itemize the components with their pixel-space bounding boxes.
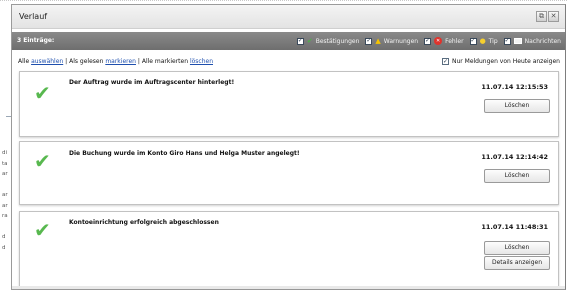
- filter-errors[interactable]: ✓ ✕ Fehler: [424, 37, 464, 45]
- today-only-filter[interactable]: ✓ Nur Meldungen von Heute anzeigen: [441, 58, 560, 65]
- delete-button[interactable]: Löschen: [484, 99, 550, 113]
- history-dialog: Verlauf ⧉ ✕ 3 Einträge: ✓ ✔ Bestätigunge…: [11, 4, 566, 290]
- action-separator: |: [137, 58, 140, 65]
- filter-warnings[interactable]: ✓ ▲ Warnungen: [365, 36, 419, 45]
- list-item: ✔ Der Auftrag wurde im Auftragscenter hi…: [19, 71, 559, 137]
- filter-label: Fehler: [445, 37, 464, 45]
- close-icon[interactable]: ✕: [548, 11, 559, 22]
- select-all-prefix: Alle: [18, 58, 30, 65]
- entry-list: ✔ Der Auftrag wurde im Auftragscenter hi…: [19, 71, 559, 289]
- delete-marked-link[interactable]: löschen: [190, 58, 213, 65]
- entry-message: Der Auftrag wurde im Auftragscenter hint…: [69, 79, 235, 86]
- filter-tips[interactable]: ✓ ● Tip: [469, 36, 498, 45]
- checkmark-icon: ✔: [34, 149, 51, 173]
- select-all-link[interactable]: auswählen: [31, 58, 63, 65]
- delete-button[interactable]: Löschen: [484, 169, 550, 183]
- entries-header-bar: 3 Einträge: ✓ ✔ Bestätigungen ✓ ▲ Warnun…: [12, 32, 565, 50]
- dialog-bottom-edge: [12, 286, 565, 289]
- entry-timestamp: 11.07.14 12:15:53: [481, 83, 548, 91]
- checkmark-icon: ✔: [306, 36, 313, 45]
- filter-label: Bestätigungen: [315, 37, 360, 45]
- show-details-button[interactable]: Details anzeigen: [484, 256, 550, 270]
- today-only-label: Nur Meldungen von Heute anzeigen: [451, 58, 560, 65]
- checkmark-icon: ✔: [34, 81, 51, 105]
- restore-icon[interactable]: ⧉: [536, 11, 547, 22]
- entry-timestamp: 11.07.14 12:14:42: [481, 153, 548, 161]
- dialog-titlebar[interactable]: Verlauf ⧉ ✕: [12, 5, 565, 29]
- warning-icon: ▲: [375, 36, 381, 45]
- window-controls: ⧉ ✕: [536, 11, 559, 22]
- error-icon: ✕: [434, 37, 443, 45]
- delete-marked-prefix: Alle markierten: [141, 58, 189, 65]
- filter-confirmations[interactable]: ✓ ✔ Bestätigungen: [296, 36, 360, 45]
- filter-checkbox[interactable]: ✓: [365, 37, 373, 45]
- filter-checkbox[interactable]: ✓: [469, 37, 477, 45]
- list-item: ✔ Die Buchung wurde im Konto Giro Hans u…: [19, 141, 559, 205]
- filter-checkbox[interactable]: ✓: [296, 37, 304, 45]
- mark-read-link[interactable]: markieren: [105, 58, 136, 65]
- lightbulb-icon: ●: [479, 36, 486, 45]
- filter-checkbox[interactable]: ✓: [503, 37, 511, 45]
- filter-label: Warnungen: [383, 37, 419, 45]
- today-only-checkbox[interactable]: ✓: [441, 58, 449, 65]
- list-item: ✔ Kontoeinrichtung erfolgreich abgeschlo…: [19, 211, 559, 287]
- filter-messages[interactable]: ✓ Nachrichten: [503, 37, 561, 45]
- mark-read-prefix: Als gelesen: [69, 58, 104, 65]
- delete-button[interactable]: Löschen: [484, 241, 550, 255]
- entry-count: 3 Einträge:: [17, 37, 55, 44]
- entry-message: Kontoeinrichtung erfolgreich abgeschloss…: [69, 219, 219, 226]
- filter-checkbox[interactable]: ✓: [424, 37, 432, 45]
- checkmark-icon: ✔: [34, 218, 51, 242]
- dialog-title: Verlauf: [19, 12, 48, 21]
- message-icon: [513, 38, 522, 44]
- entry-message: Die Buchung wurde im Konto Giro Hans und…: [69, 150, 300, 157]
- bulk-actions: Alle auswählen | Als gelesen markieren |…: [18, 58, 213, 65]
- type-filters: ✓ ✔ Bestätigungen ✓ ▲ Warnungen ✓ ✕ Fehl…: [291, 36, 561, 46]
- filter-label: Tip: [488, 37, 498, 45]
- entry-timestamp: 11.07.14 11:48:31: [481, 223, 548, 231]
- action-separator: |: [65, 58, 68, 65]
- filter-label: Nachrichten: [524, 37, 561, 45]
